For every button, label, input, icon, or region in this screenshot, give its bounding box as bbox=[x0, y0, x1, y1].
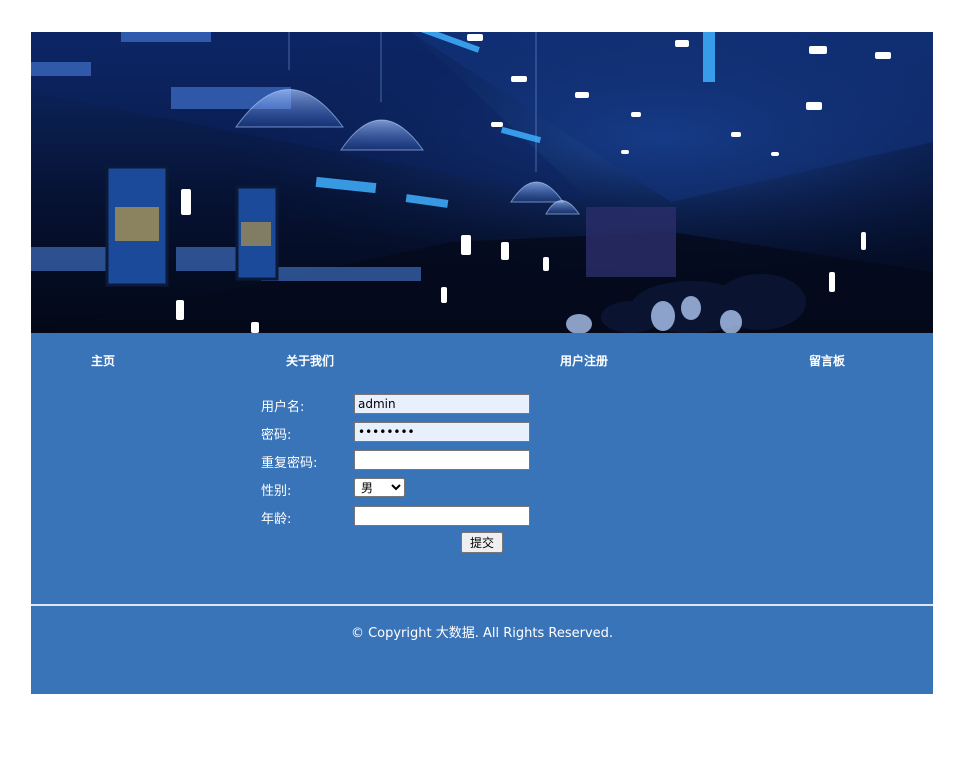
main-navigation: 主页 关于我们 用户注册 留言板 bbox=[31, 333, 933, 383]
banner-illustration bbox=[31, 32, 933, 333]
footer-copyright: © Copyright 大数据. All Rights Reserved. bbox=[350, 626, 614, 641]
gender-label: 性别: bbox=[261, 484, 292, 499]
age-field[interactable] bbox=[354, 506, 530, 526]
password-label: 密码: bbox=[261, 428, 292, 443]
age-label: 年龄: bbox=[261, 512, 292, 527]
repeat-password-field[interactable] bbox=[354, 450, 530, 470]
nav-register-link[interactable]: 用户注册 bbox=[560, 352, 608, 369]
submit-button[interactable]: 提交 bbox=[461, 532, 503, 553]
nav-home-link[interactable]: 主页 bbox=[91, 352, 115, 369]
gender-select[interactable]: 男 bbox=[354, 478, 405, 497]
password-field[interactable] bbox=[354, 422, 530, 442]
footer-divider bbox=[31, 604, 933, 606]
username-label: 用户名: bbox=[261, 400, 305, 415]
username-field[interactable] bbox=[354, 394, 530, 414]
banner-image bbox=[31, 32, 933, 333]
page-container: 主页 关于我们 用户注册 留言板 用户名: 密码: 重复密码: 性别: 男 年龄… bbox=[31, 32, 933, 694]
nav-about-link[interactable]: 关于我们 bbox=[286, 352, 334, 369]
repeat-password-label: 重复密码: bbox=[261, 456, 318, 471]
registration-form: 用户名: 密码: 重复密码: 性别: 男 年龄: 提交 bbox=[31, 383, 933, 603]
nav-message-board-link[interactable]: 留言板 bbox=[809, 352, 845, 369]
